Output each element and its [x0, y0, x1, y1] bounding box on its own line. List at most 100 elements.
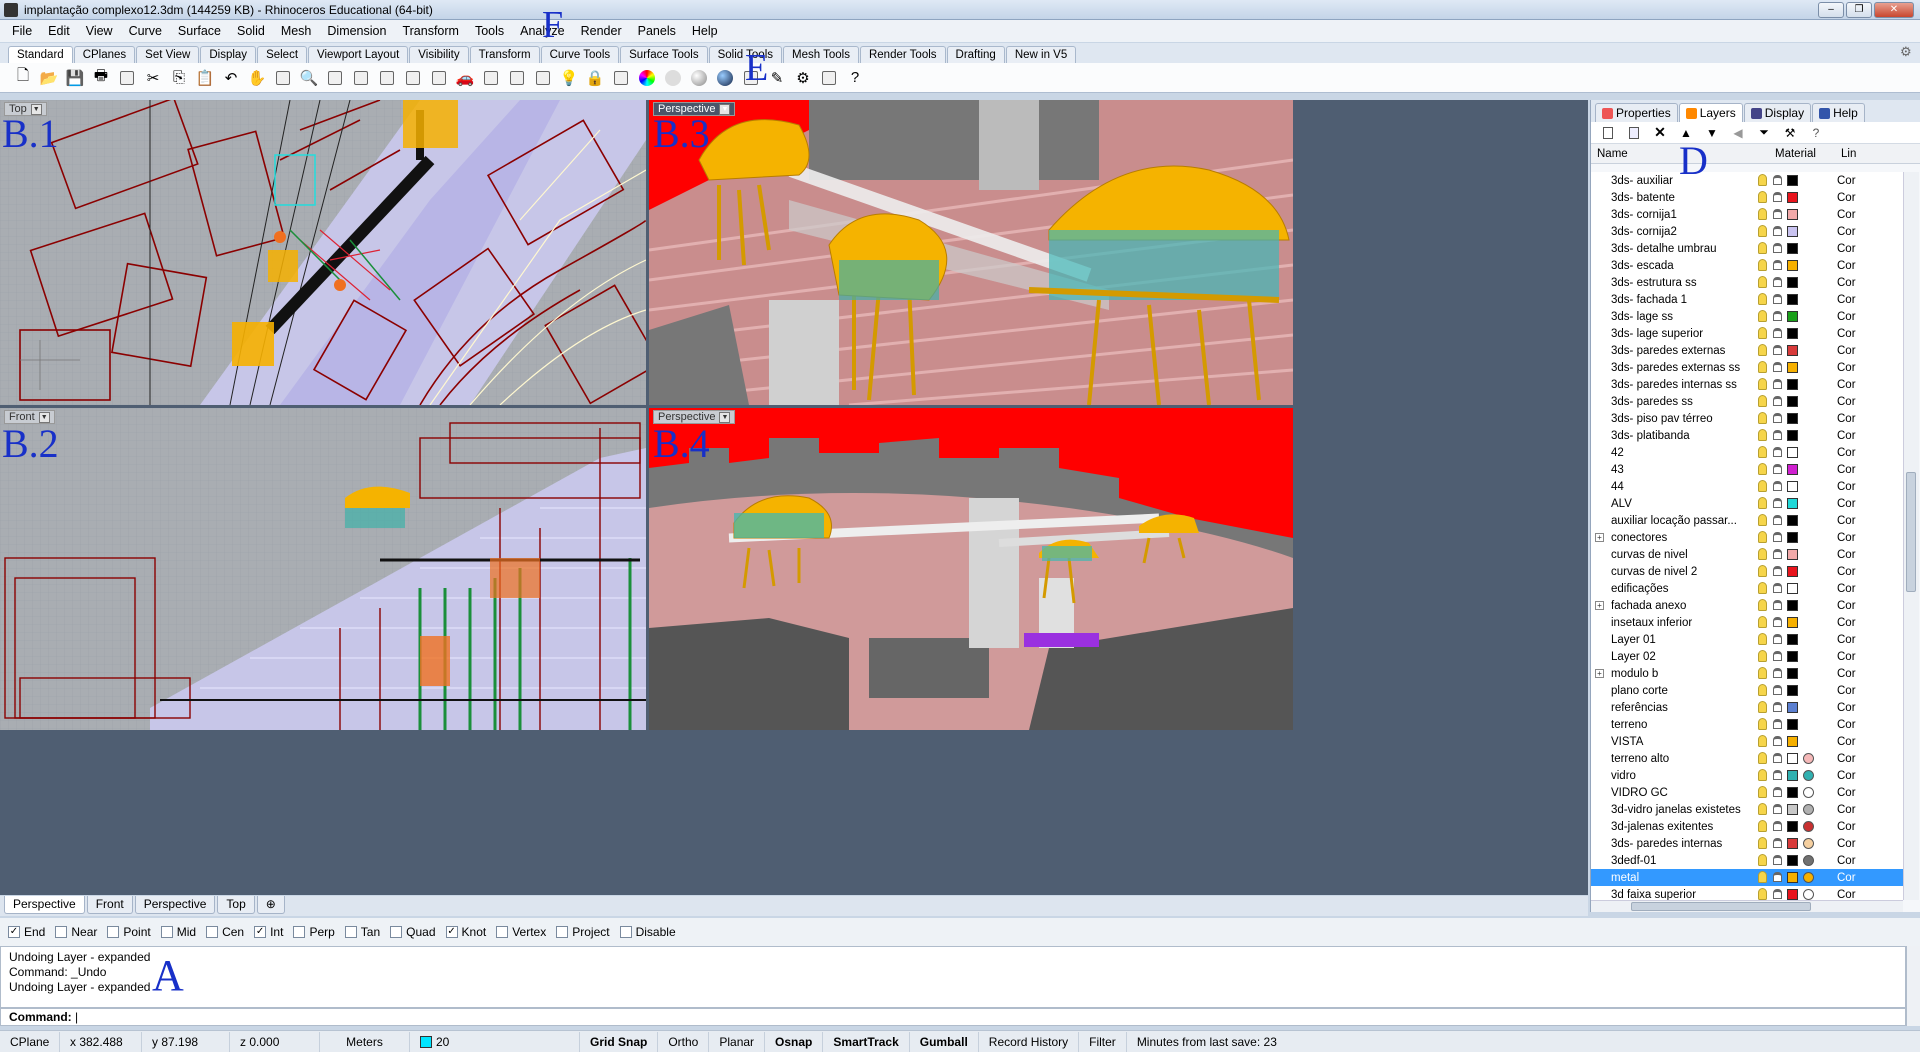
lock-icon[interactable] — [1773, 209, 1782, 219]
layer-row[interactable]: insetaux inferior Cor — [1591, 614, 1903, 631]
lightbulb-icon[interactable] — [1758, 276, 1767, 288]
open-icon[interactable]: 📂 — [38, 67, 60, 89]
checkbox[interactable] — [556, 926, 569, 938]
lightbulb-icon[interactable] — [1758, 752, 1767, 764]
lightbulb-icon[interactable] — [1758, 582, 1767, 594]
layer-color-swatch[interactable] — [1787, 447, 1798, 458]
checkbox[interactable]: ✓ — [8, 926, 20, 938]
lock-icon[interactable] — [1773, 804, 1782, 814]
material-swatch[interactable] — [1803, 770, 1814, 781]
checkbox[interactable] — [107, 926, 120, 938]
ortho-toggle[interactable]: Ortho — [658, 1031, 710, 1052]
toolbar-tab-cplanes[interactable]: CPlanes — [73, 46, 136, 63]
toolbar-tab-visibility[interactable]: Visibility — [409, 46, 469, 63]
lock-icon[interactable] — [1773, 311, 1782, 321]
move-parent-icon[interactable]: ◀ — [1727, 122, 1749, 144]
viewport-top[interactable]: Top ▼ B.1 — [0, 100, 646, 405]
viewport-label-perspective-2[interactable]: Perspective ▼ — [653, 410, 736, 424]
layer-row[interactable]: edificações Cor — [1591, 580, 1903, 597]
layer-color-swatch[interactable] — [1787, 855, 1798, 866]
viewport-tab-front[interactable]: Front — [86, 896, 133, 914]
add-viewport-tab-icon[interactable]: ⊕ — [256, 896, 285, 914]
toolbar-tab-curve-tools[interactable]: Curve Tools — [540, 46, 620, 63]
checkbox[interactable] — [390, 926, 403, 938]
layer-color-swatch[interactable] — [1787, 481, 1798, 492]
menu-view[interactable]: View — [78, 20, 121, 42]
toolbar-tab-surface-tools[interactable]: Surface Tools — [620, 46, 708, 63]
layer-list-scrollbar[interactable] — [1903, 172, 1919, 900]
lightbulb-icon[interactable] — [1758, 395, 1767, 407]
restore-button[interactable]: ❐ — [1846, 2, 1872, 18]
material-swatch[interactable] — [1803, 872, 1814, 883]
tools-icon[interactable]: ⚒ — [1779, 122, 1801, 144]
copy-icon[interactable]: ⎘ — [168, 67, 190, 89]
checkbox[interactable] — [206, 926, 219, 938]
lock-icon[interactable] — [1773, 872, 1782, 882]
layer-color-swatch[interactable] — [1787, 226, 1798, 237]
layer-row[interactable]: 3ds- paredes internas ss Cor — [1591, 376, 1903, 393]
menu-transform[interactable]: Transform — [394, 20, 467, 42]
layer-color-swatch[interactable] — [1787, 838, 1798, 849]
lock-icon[interactable] — [1773, 532, 1782, 542]
layer-row[interactable]: 3ds- lage superior Cor — [1591, 325, 1903, 342]
save-icon[interactable]: 💾 — [64, 67, 86, 89]
lightbulb-icon[interactable] — [1758, 429, 1767, 441]
cut-icon[interactable]: ✂ — [142, 67, 164, 89]
layer-color-swatch[interactable] — [1787, 413, 1798, 424]
layer-color-swatch[interactable] — [1787, 345, 1798, 356]
zoom-window-icon[interactable] — [324, 67, 346, 89]
layer-color-swatch[interactable] — [1787, 362, 1798, 373]
lightbulb-icon[interactable] — [1758, 531, 1767, 543]
toolbar-tab-render-tools[interactable]: Render Tools — [859, 46, 946, 63]
lock-icon[interactable] — [1773, 685, 1782, 695]
layer-row[interactable]: ALV Cor — [1591, 495, 1903, 512]
lightbulb-icon[interactable] — [1758, 191, 1767, 203]
chevron-down-icon[interactable]: ▼ — [719, 103, 731, 115]
layer-row[interactable]: 3ds- escada Cor — [1591, 257, 1903, 274]
menu-render[interactable]: Render — [573, 20, 630, 42]
lock-icon[interactable] — [1773, 787, 1782, 797]
command-line[interactable]: Command: | — [0, 1008, 1906, 1026]
layer-row[interactable]: 3ds- paredes ss Cor — [1591, 393, 1903, 410]
menu-tools[interactable]: Tools — [467, 20, 512, 42]
layer-row[interactable]: Layer 01 Cor — [1591, 631, 1903, 648]
grid-snap-toggle[interactable]: Grid Snap — [580, 1031, 659, 1052]
rendered-sphere-icon[interactable] — [714, 67, 736, 89]
lock-icon[interactable] — [1773, 889, 1782, 899]
toolbar-tab-select[interactable]: Select — [257, 46, 308, 63]
panel-tab-layers[interactable]: Layers — [1678, 103, 1743, 122]
car-icon[interactable]: 🚗 — [454, 67, 476, 89]
lightbulb-icon[interactable] — [1758, 888, 1767, 900]
toolbar-tab-drafting[interactable]: Drafting — [946, 46, 1005, 63]
lock-icon[interactable] — [1773, 447, 1782, 457]
move-view-icon[interactable] — [272, 67, 294, 89]
lightbulb-icon[interactable] — [1758, 514, 1767, 526]
layer-color-swatch[interactable] — [1787, 396, 1798, 407]
lock-icon[interactable] — [1773, 396, 1782, 406]
lock-icon[interactable] — [1773, 566, 1782, 576]
lock-icon[interactable] — [1773, 838, 1782, 848]
layer-row[interactable]: 3ds- piso pav térreo Cor — [1591, 410, 1903, 427]
layer-color-swatch[interactable] — [1787, 787, 1798, 798]
osnap-mid[interactable]: Mid — [160, 925, 196, 939]
layer-color-swatch[interactable] — [1787, 753, 1798, 764]
lock-icon[interactable] — [1773, 583, 1782, 593]
layer-row[interactable]: 3ds- lage ss Cor — [1591, 308, 1903, 325]
lock-icon[interactable] — [1773, 192, 1782, 202]
expand-icon[interactable]: + — [1595, 533, 1604, 542]
lock-icon[interactable] — [1773, 294, 1782, 304]
wireframe-sphere-icon[interactable] — [662, 67, 684, 89]
lightbulb-icon[interactable] — [1758, 718, 1767, 730]
layer-color-swatch[interactable] — [1787, 770, 1798, 781]
lightbulb-icon[interactable] — [1758, 480, 1767, 492]
lock-icon[interactable] — [1773, 702, 1782, 712]
layer-row[interactable]: 3ds- fachada 1 Cor — [1591, 291, 1903, 308]
lock-icon[interactable] — [1773, 515, 1782, 525]
viewport-tab-perspective[interactable]: Perspective — [134, 896, 216, 914]
cplane-status[interactable]: CPlane — [0, 1031, 60, 1052]
layer-row[interactable]: 3ds- paredes internas Cor — [1591, 835, 1903, 852]
layer-color-swatch[interactable] — [1787, 719, 1798, 730]
material-swatch[interactable] — [1803, 787, 1814, 798]
layer-color-swatch[interactable] — [1787, 260, 1798, 271]
osnap-vertex[interactable]: Vertex — [496, 925, 546, 939]
